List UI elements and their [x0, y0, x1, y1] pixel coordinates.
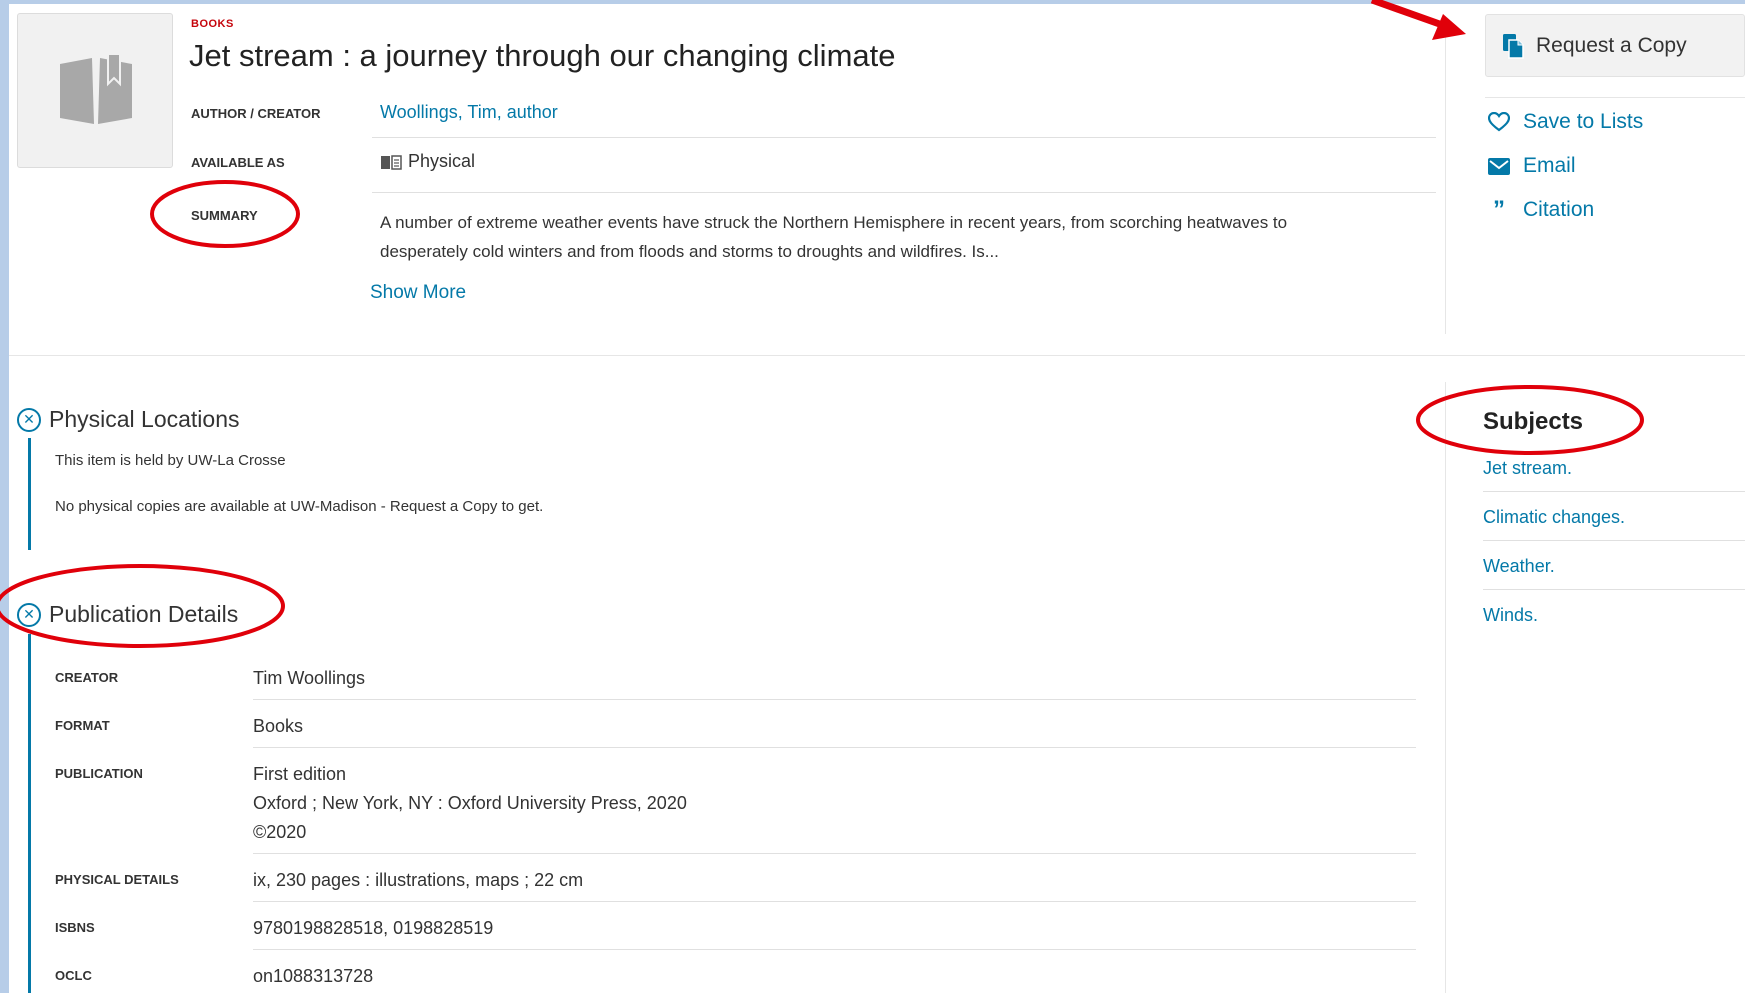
detail-row-publication: PUBLICATION First edition Oxford ; New Y… — [55, 760, 1416, 850]
collapse-icon: ✕ — [17, 602, 41, 627]
section-rule — [28, 438, 31, 550]
summary-line: A number of extreme weather events have … — [380, 213, 1288, 232]
subjects-heading: Subjects — [1483, 408, 1584, 435]
divider — [253, 747, 1416, 748]
email-label: Email — [1523, 154, 1576, 177]
detail-row-isbns: ISBNS 9780198828518, 0198828519 — [55, 914, 1416, 954]
detail-label: PHYSICAL DETAILS — [55, 872, 179, 887]
summary-row: SUMMARY A number of extreme weather even… — [191, 208, 1436, 278]
available-row: AVAILABLE AS Physical — [191, 151, 1436, 187]
divider — [1483, 589, 1745, 590]
subject-link[interactable]: Jet stream. — [1483, 458, 1745, 479]
request-copy-label: Request a Copy — [1536, 33, 1687, 57]
divider — [1483, 491, 1745, 492]
divider — [1485, 97, 1745, 98]
detail-label: CREATOR — [55, 670, 119, 685]
summary-label: SUMMARY — [191, 208, 258, 223]
detail-value: on1088313728 — [253, 966, 374, 986]
physical-locations-heading: Physical Locations — [49, 406, 240, 432]
publication-details-heading: Publication Details — [49, 601, 239, 627]
publication-details-toggle[interactable]: ✕ Publication Details — [17, 601, 238, 628]
detail-label: PUBLICATION — [55, 766, 143, 781]
record-header: BOOKS Jet stream : a journey through our… — [9, 4, 1745, 356]
subject-link[interactable]: Winds. — [1483, 605, 1745, 626]
author-link[interactable]: Woollings, Tim, author — [380, 102, 558, 123]
available-value: Physical — [408, 151, 476, 171]
book-icon — [60, 54, 132, 124]
publication-line: Oxford ; New York, NY : Oxford Universit… — [253, 793, 687, 813]
physical-book-icon — [381, 154, 402, 170]
detail-value: First edition Oxford ; New York, NY : Ox… — [253, 760, 687, 847]
panel-separator — [1445, 382, 1446, 993]
divider — [253, 901, 1416, 902]
available-label: AVAILABLE AS — [191, 155, 285, 170]
summary-line: desperately cold winters and from floods… — [380, 242, 999, 261]
save-to-lists-button[interactable]: Save to Lists — [1487, 110, 1643, 134]
email-button[interactable]: Email — [1487, 154, 1576, 178]
heart-icon — [1487, 112, 1511, 132]
detail-label: FORMAT — [55, 718, 110, 733]
detail-label: ISBNS — [55, 920, 95, 935]
held-by-text: This item is held by UW-La Crosse — [55, 452, 286, 469]
record-title: Jet stream : a journey through our chang… — [189, 38, 896, 73]
record-page: BOOKS Jet stream : a journey through our… — [9, 4, 1745, 993]
detail-label: OCLC — [55, 968, 92, 983]
envelope-icon — [1487, 157, 1511, 175]
request-copy-button[interactable]: Request a Copy — [1485, 14, 1745, 77]
citation-label: Citation — [1523, 198, 1595, 221]
subject-link[interactable]: Weather. — [1483, 556, 1745, 577]
divider — [253, 949, 1416, 950]
detail-row-oclc: OCLC on1088313728 — [55, 962, 1416, 992]
divider — [253, 853, 1416, 854]
detail-row-format: FORMAT Books — [55, 712, 1416, 752]
citation-button[interactable]: ” Citation — [1487, 198, 1594, 222]
detail-row-creator: CREATOR Tim Woollings — [55, 664, 1416, 704]
publication-line: ©2020 — [253, 822, 307, 842]
copy-document-icon — [1503, 33, 1524, 59]
divider — [372, 137, 1436, 138]
divider — [253, 699, 1416, 700]
format-label: BOOKS — [191, 18, 234, 30]
panel-separator — [1445, 24, 1446, 334]
save-to-lists-label: Save to Lists — [1523, 110, 1644, 133]
physical-locations-toggle[interactable]: ✕ Physical Locations — [17, 406, 240, 433]
author-label: AUTHOR / CREATOR — [191, 106, 321, 121]
detail-value: ix, 230 pages : illustrations, maps ; 22… — [253, 870, 584, 890]
summary-text: A number of extreme weather events have … — [380, 208, 1440, 266]
detail-value: Tim Woollings — [253, 668, 366, 688]
show-more-link[interactable]: Show More — [370, 282, 466, 304]
detail-value: Books — [253, 716, 304, 736]
quote-icon: ” — [1493, 196, 1505, 223]
collapse-icon: ✕ — [17, 407, 41, 432]
author-row: AUTHOR / CREATOR Woollings, Tim, author — [191, 102, 1436, 138]
detail-row-physical-details: PHYSICAL DETAILS ix, 230 pages : illustr… — [55, 866, 1416, 906]
book-thumbnail — [17, 13, 173, 168]
subject-link[interactable]: Climatic changes. — [1483, 507, 1745, 528]
section-rule — [28, 634, 31, 993]
divider — [372, 192, 1436, 193]
divider — [1483, 540, 1745, 541]
detail-value: 9780198828518, 0198828519 — [253, 918, 494, 938]
publication-line: First edition — [253, 764, 347, 784]
availability-text: No physical copies are available at UW-M… — [55, 498, 544, 515]
